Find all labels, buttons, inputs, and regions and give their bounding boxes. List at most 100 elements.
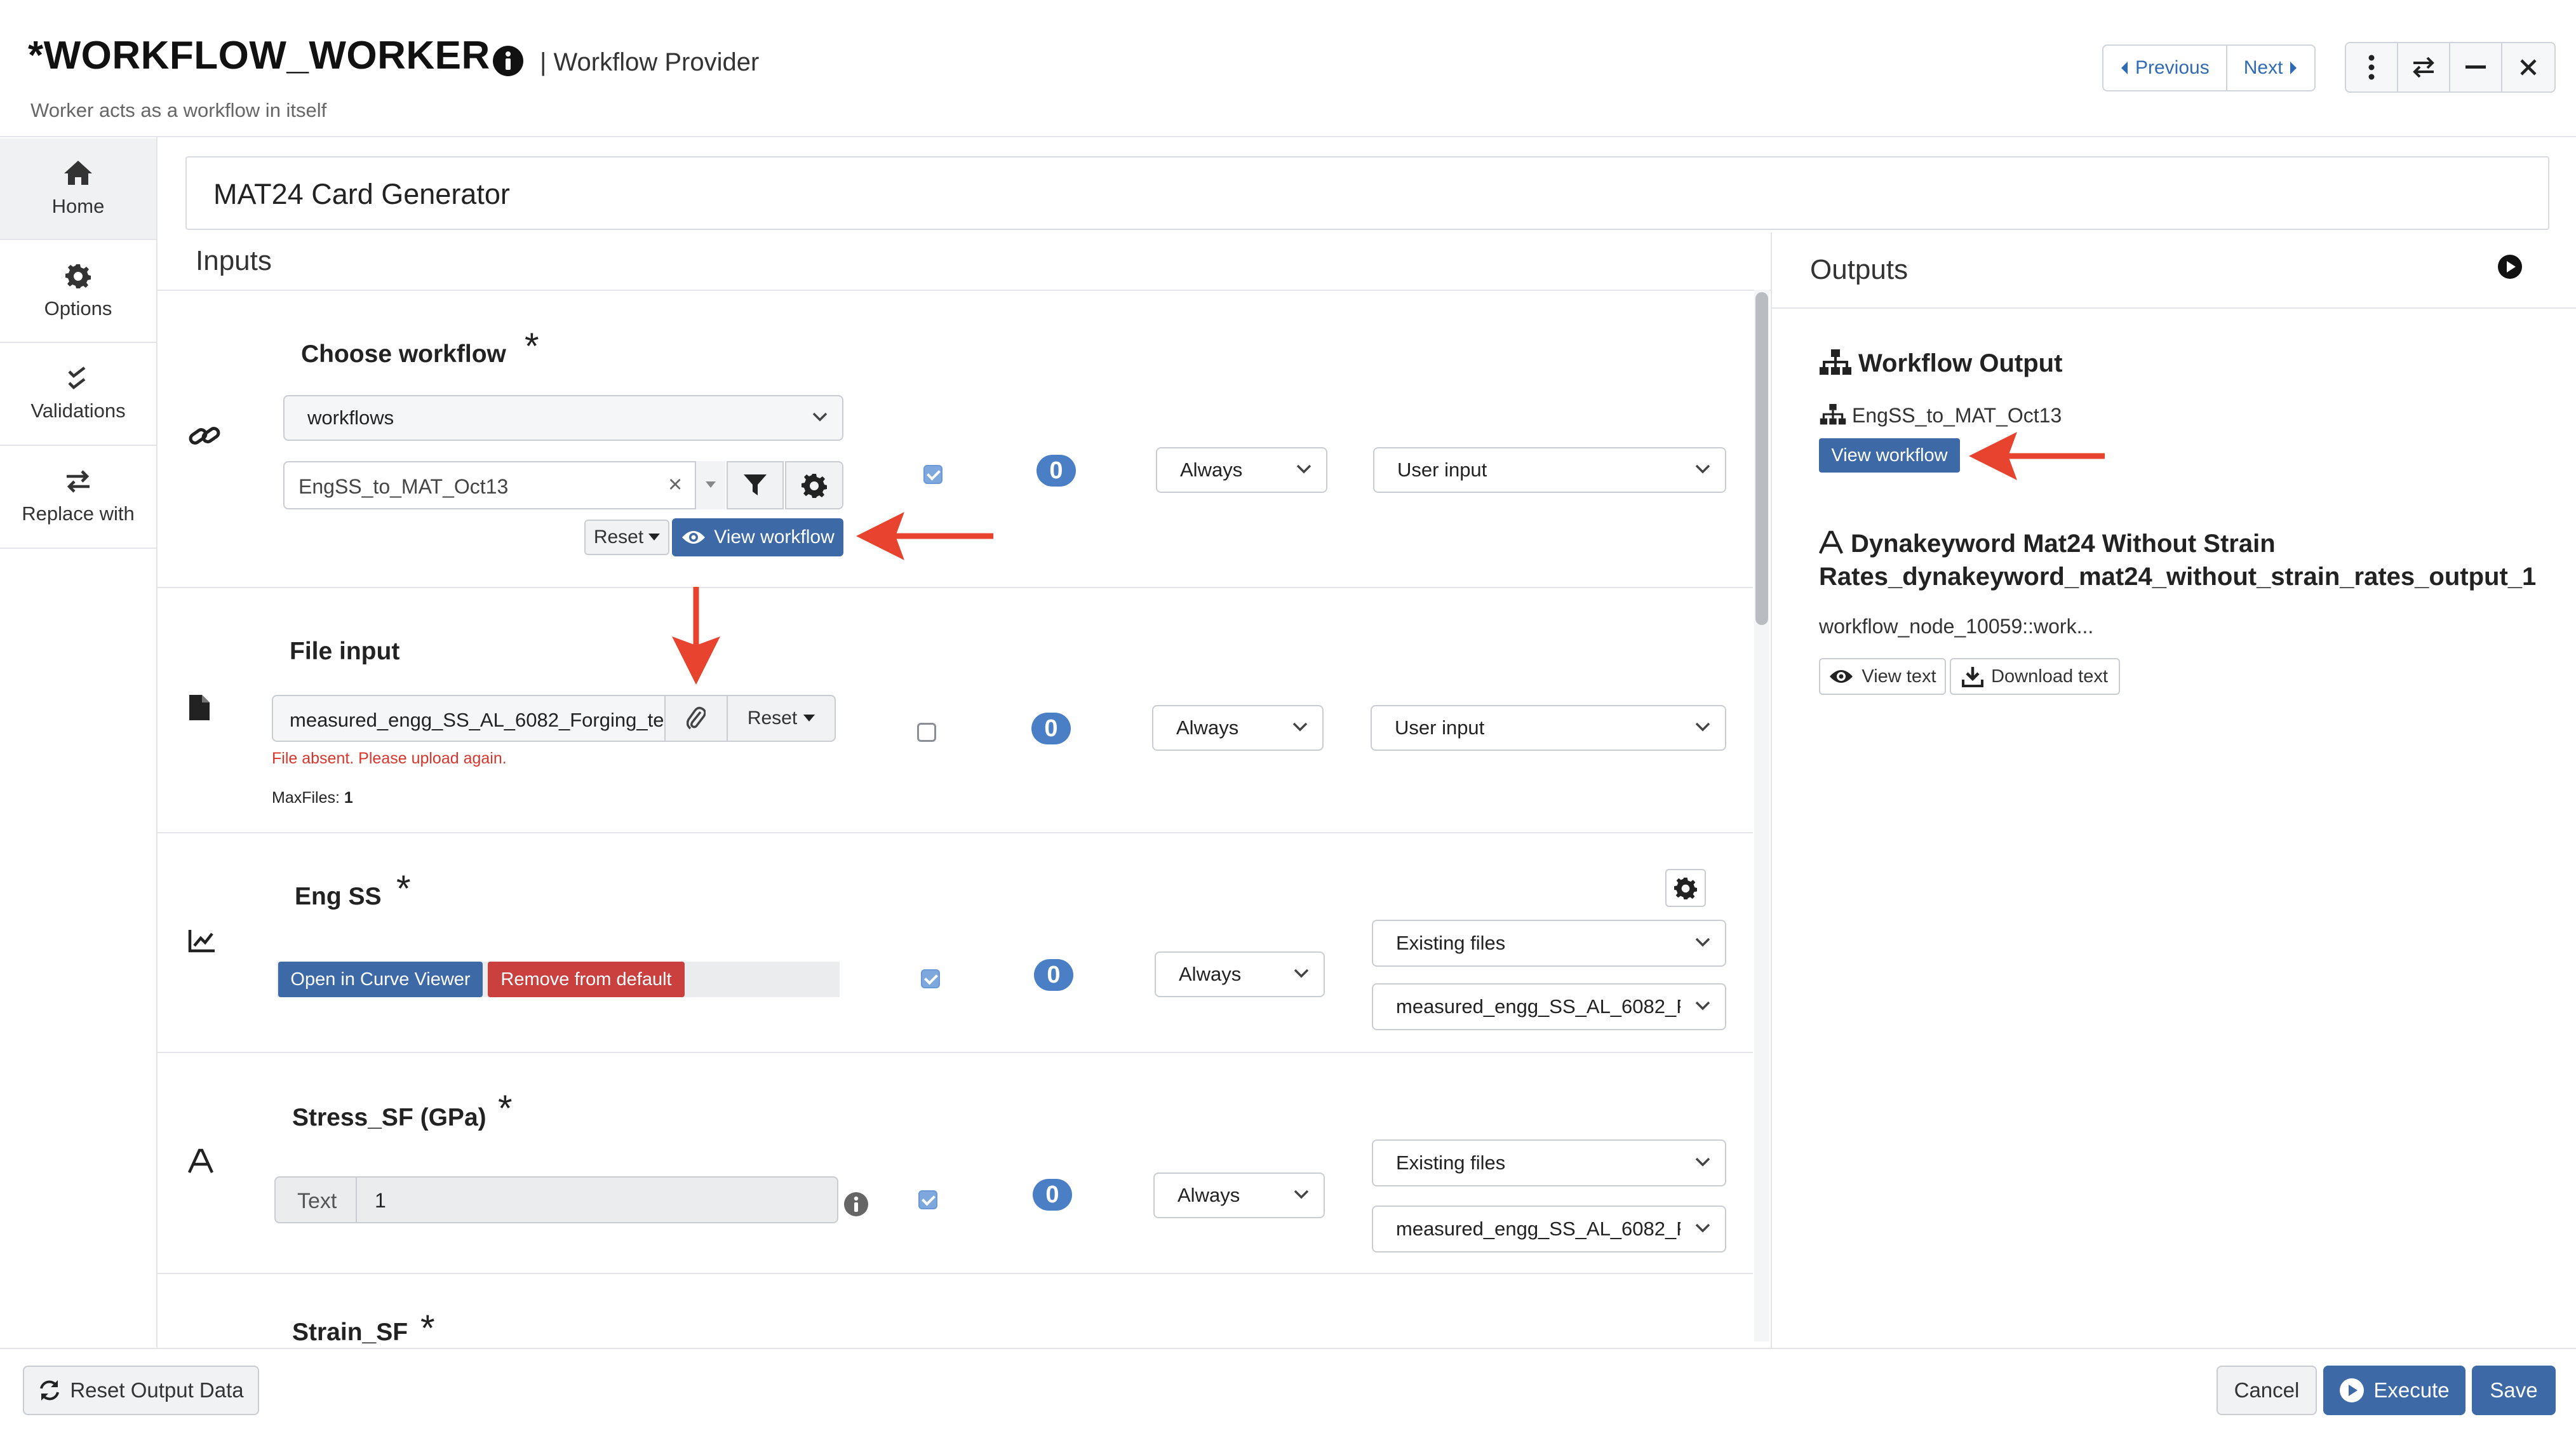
open-curve-viewer-label: Open in Curve Viewer: [290, 969, 471, 990]
workflow-settings-button[interactable]: [785, 461, 843, 509]
attach-file-button[interactable]: [664, 695, 728, 742]
annotation-arrow-left: [856, 512, 993, 560]
maxfiles-value: 1: [344, 789, 353, 807]
reset-label: Reset: [747, 708, 798, 729]
workflow-category-select[interactable]: workflows: [283, 395, 843, 441]
info-icon[interactable]: [492, 44, 525, 77]
home-icon: [64, 161, 92, 185]
execute-button[interactable]: Execute: [2323, 1366, 2465, 1415]
remove-from-default-button[interactable]: Remove from default: [488, 962, 685, 997]
clear-icon[interactable]: ×: [668, 471, 682, 499]
reset-output-data-button[interactable]: Reset Output Data: [23, 1366, 259, 1415]
include-checkbox[interactable]: [921, 969, 940, 988]
text-output-title-line2: Rates_dynakeyword_mat24_without_strain_r…: [1819, 563, 2537, 591]
chevron-down-icon: [1695, 1223, 1710, 1233]
provider-label: | Workflow Provider: [540, 48, 760, 76]
cancel-button[interactable]: Cancel: [2217, 1366, 2317, 1415]
sidebar-item-validations[interactable]: Validations: [0, 344, 156, 446]
stress-sf-label: Stress_SF (GPa): [292, 1104, 486, 1131]
combobox-dropdown-toggle[interactable]: [695, 461, 725, 509]
previous-button[interactable]: Previous: [2103, 46, 2227, 90]
card-title-field[interactable]: MAT24 Card Generator: [185, 156, 2549, 230]
source-select[interactable]: Existing files: [1372, 1139, 1726, 1186]
more-options-icon[interactable]: [2346, 43, 2398, 91]
eng-ss-settings-button[interactable]: [1665, 869, 1706, 907]
output-view-workflow-button[interactable]: View workflow: [1819, 438, 1960, 473]
file-select-value: measured_engg_SS_AL_6082_Fo: [1396, 995, 1680, 1018]
source-value: Existing files: [1396, 932, 1506, 954]
filter-button[interactable]: [727, 461, 784, 509]
chevron-down-icon: [1695, 722, 1710, 732]
close-icon[interactable]: [2502, 43, 2554, 91]
execute-label: Execute: [2373, 1378, 2450, 1402]
chevron-down-icon: [1695, 1001, 1710, 1011]
workflow-combobox[interactable]: EngSS_to_MAT_Oct13 ×: [283, 461, 725, 509]
chevron-down-icon: [1292, 722, 1308, 732]
condition-select[interactable]: Always: [1156, 447, 1327, 493]
workflow-combobox-value: EngSS_to_MAT_Oct13: [299, 475, 509, 498]
view-workflow-button[interactable]: View workflow: [672, 518, 843, 556]
chevron-down-icon: [1695, 937, 1710, 947]
view-text-button[interactable]: View text: [1819, 658, 1946, 695]
source-select[interactable]: User input: [1371, 705, 1726, 751]
source-value: User input: [1395, 716, 1485, 739]
condition-select[interactable]: Always: [1155, 951, 1325, 997]
condition-value: Always: [1177, 1184, 1240, 1206]
gear-icon: [65, 264, 91, 288]
source-select[interactable]: Existing files: [1372, 920, 1726, 967]
file-select-value: measured_engg_SS_AL_6082_Fo: [1396, 1218, 1680, 1240]
chevron-down-icon: [1695, 1157, 1710, 1167]
annotation-arrow-down: [672, 587, 720, 685]
text-icon: [188, 1148, 213, 1174]
remove-from-default-label: Remove from default: [500, 969, 672, 990]
inputs-scrollbar-thumb[interactable]: [1755, 292, 1768, 625]
count-badge: 0: [1036, 455, 1076, 487]
source-value: User input: [1397, 459, 1487, 481]
strain-sf-clip: Strain_SF *: [254, 1302, 508, 1344]
file-select[interactable]: measured_engg_SS_AL_6082_Fo: [1372, 1206, 1726, 1253]
inputs-heading: Inputs: [196, 245, 272, 276]
sidebar-item-label: Options: [44, 297, 112, 319]
save-button[interactable]: Save: [2472, 1366, 2556, 1415]
required-marker: *: [396, 868, 411, 910]
include-checkbox[interactable]: [918, 1190, 937, 1209]
info-icon[interactable]: [843, 1192, 869, 1217]
file-name-field[interactable]: measured_engg_SS_AL_6082_Forging_te: [272, 695, 666, 742]
download-icon: [1962, 667, 1984, 687]
include-checkbox[interactable]: [917, 723, 936, 742]
condition-select[interactable]: Always: [1152, 705, 1324, 751]
source-select[interactable]: User input: [1373, 447, 1726, 493]
file-select[interactable]: measured_engg_SS_AL_6082_Fo: [1372, 983, 1726, 1030]
minimize-icon[interactable]: [2450, 43, 2502, 91]
eye-icon: [1830, 670, 1853, 683]
condition-value: Always: [1176, 716, 1239, 739]
condition-select[interactable]: Always: [1153, 1173, 1325, 1218]
chevron-down-icon: [1695, 464, 1710, 474]
chevron-down-icon: [812, 412, 828, 422]
sidebar-item-options[interactable]: Options: [0, 241, 156, 343]
caret-right-icon: [2290, 62, 2297, 74]
cancel-label: Cancel: [2234, 1378, 2300, 1402]
text-icon: [1819, 530, 1843, 555]
text-output-title-line1: Dynakeyword Mat24 Without Strain: [1851, 530, 2276, 558]
sidebar-item-home[interactable]: Home: [0, 138, 156, 240]
open-curve-viewer-button[interactable]: Open in Curve Viewer: [278, 962, 483, 997]
eng-ss-label: Eng SS: [295, 883, 382, 910]
paperclip-icon: [687, 706, 706, 730]
sitemap-icon: [1819, 349, 1852, 376]
file-reset-dropdown-button[interactable]: Reset: [727, 695, 836, 742]
stress-sf-input[interactable]: 1: [356, 1176, 838, 1223]
file-input-label: File input: [290, 638, 400, 665]
sidebar-item-label: Home: [51, 195, 105, 217]
next-button[interactable]: Next: [2227, 46, 2315, 90]
swap-icon[interactable]: [2398, 43, 2450, 91]
download-text-button[interactable]: Download text: [1950, 658, 2120, 695]
chart-line-icon: [188, 929, 216, 953]
reset-dropdown-button[interactable]: Reset: [584, 520, 669, 555]
sidebar-item-replace-with[interactable]: Replace with: [0, 447, 156, 549]
play-icon[interactable]: [2497, 254, 2523, 279]
filter-icon: [744, 474, 767, 495]
include-checkbox[interactable]: [923, 465, 943, 484]
chevron-down-icon: [1294, 1190, 1309, 1199]
swap-icon: [67, 470, 90, 493]
